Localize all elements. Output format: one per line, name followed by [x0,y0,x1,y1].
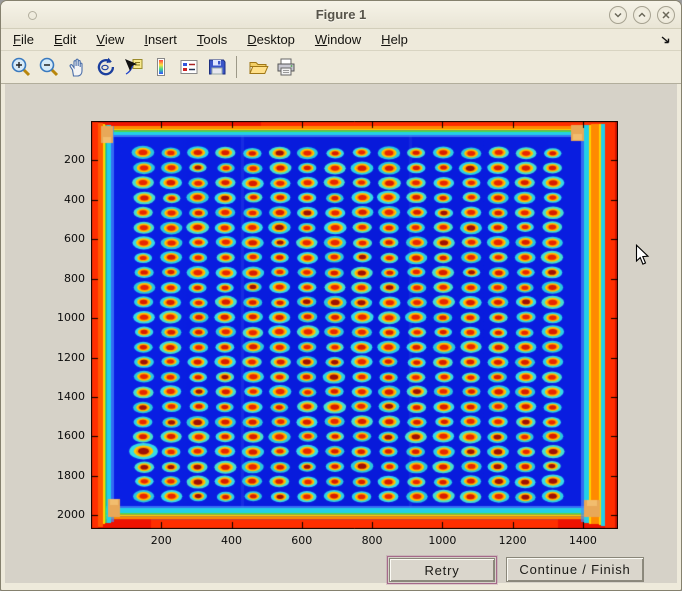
retry-button-focus-ring: Retry [387,556,497,584]
rotate-3d-button[interactable] [92,54,118,80]
figure-window: Figure 1 File Edit View Insert Tools Des… [0,0,682,591]
y-tick-label: 600 [37,232,85,246]
retry-button[interactable]: Retry [389,558,495,582]
print-figure-button[interactable] [273,54,299,80]
y-tick-label: 2000 [37,508,85,522]
y-tick-label: 800 [37,272,85,286]
legend-icon [178,56,200,78]
window-controls [609,6,675,24]
chevron-down-icon [613,10,623,20]
close-button[interactable] [657,6,675,24]
menu-tools[interactable]: Tools [191,30,233,49]
y-tick-label: 200 [37,153,85,167]
save-icon [206,56,228,78]
continue-finish-label: Continue / Finish [519,562,630,577]
y-tick-label: 1000 [37,311,85,325]
x-tick-label: 1000 [412,534,472,548]
insert-colorbar-button[interactable] [148,54,174,80]
menu-view[interactable]: View [90,30,130,49]
y-tick-label: 400 [37,193,85,207]
save-figure-button[interactable] [204,54,230,80]
menu-desktop[interactable]: Desktop [241,30,301,49]
zoom-out-icon [38,56,60,78]
open-folder-icon [247,56,269,78]
data-cursor-icon [122,56,144,78]
menu-overflow-button[interactable] [660,33,671,48]
y-tick-label: 1600 [37,429,85,443]
titlebar[interactable]: Figure 1 [1,1,681,29]
zoom-in-icon [10,56,32,78]
menu-insert[interactable]: Insert [138,30,183,49]
y-tick-label: 1200 [37,351,85,365]
pan-hand-icon [66,56,88,78]
insert-legend-button[interactable] [176,54,202,80]
y-tick-label: 1800 [37,469,85,483]
figure-canvas-area: 200 400 600 800 1000 1200 1400 1600 1800 2000 200… [5,84,677,583]
minimize-button[interactable] [609,6,627,24]
x-tick-label: 1400 [553,534,613,548]
open-file-button[interactable] [245,54,271,80]
colorbar-icon [150,56,172,78]
zoom-out-button[interactable] [36,54,62,80]
x-tick-label: 1200 [483,534,543,548]
x-tick-label: 200 [131,534,191,548]
x-tick-label: 600 [272,534,332,548]
continue-finish-button[interactable]: Continue / Finish [506,557,644,582]
menu-bar: File Edit View Insert Tools Desktop Wind… [1,29,681,51]
maximize-button[interactable] [633,6,651,24]
heatmap-axes[interactable] [91,121,618,529]
x-tick-label: 800 [342,534,402,548]
menu-file[interactable]: File [7,30,40,49]
zoom-in-button[interactable] [8,54,34,80]
menu-edit[interactable]: Edit [48,30,82,49]
window-title: Figure 1 [1,7,681,22]
data-cursor-button[interactable] [120,54,146,80]
x-tick-label: 400 [202,534,262,548]
retry-button-label: Retry [424,563,459,578]
x-icon [661,10,671,20]
toolbar-separator [236,56,237,78]
chevron-up-icon [637,10,647,20]
figure-toolbar [1,51,681,84]
pan-button[interactable] [64,54,90,80]
southeast-arrow-icon [660,34,671,45]
printer-icon [275,56,297,78]
menu-help[interactable]: Help [375,30,414,49]
menu-window[interactable]: Window [309,30,367,49]
rotate-3d-icon [94,56,116,78]
y-tick-label: 1400 [37,390,85,404]
